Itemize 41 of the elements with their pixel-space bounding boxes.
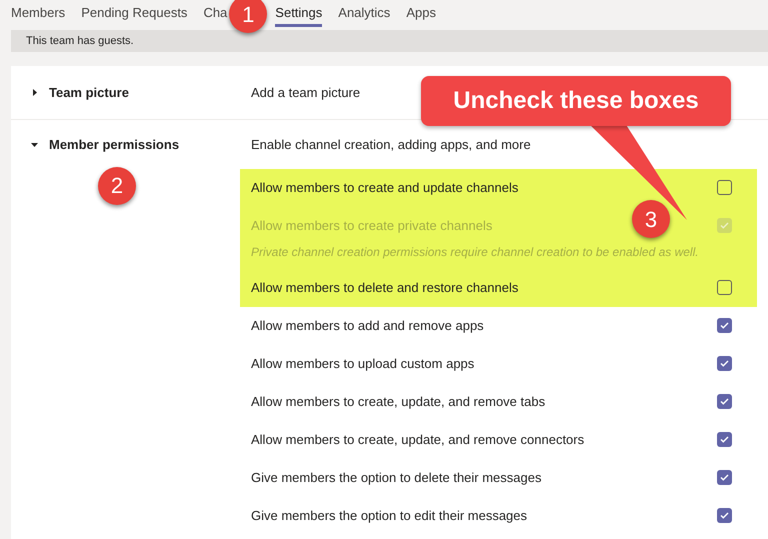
check-icon: [719, 510, 730, 521]
section-header[interactable]: Member permissions: [11, 135, 180, 154]
step-number-badge: 1: [229, 0, 268, 33]
check-icon: [719, 472, 730, 483]
caret-right-icon: [31, 89, 38, 96]
check-icon: [719, 396, 730, 407]
tab[interactable]: Analytics: [338, 0, 390, 28]
checkbox[interactable]: [717, 394, 732, 409]
section-description: Add a team picture: [251, 84, 360, 102]
setting-label: Allow members to upload custom apps: [251, 354, 474, 373]
guest-banner-text: This team has guests.: [26, 34, 134, 49]
setting-label: Give members the option to delete their messages: [251, 468, 542, 487]
tab[interactable]: Members: [11, 0, 66, 28]
setting-label: Allow members to create private channels: [251, 216, 492, 235]
step-number-badge: 2: [98, 166, 136, 204]
caret-down-icon: [31, 141, 38, 148]
check-icon: [719, 220, 730, 231]
setting-note: Private channel creation permissions require channel creation to be enabled as well.: [251, 244, 699, 260]
checkbox[interactable]: [717, 432, 732, 447]
checkbox[interactable]: [717, 356, 732, 371]
callout-bubble: Uncheck these boxes: [421, 76, 731, 126]
tab[interactable]: Pending Requests: [81, 0, 188, 28]
setting-label: Allow members to delete and restore channels: [251, 278, 518, 297]
checkbox[interactable]: [717, 280, 732, 295]
check-icon: [719, 320, 730, 331]
section-header[interactable]: Team picture: [11, 82, 129, 102]
tab[interactable]: Settings: [275, 0, 322, 28]
setting-label: Allow members to create and update channels: [251, 178, 518, 197]
tab[interactable]: Apps: [406, 0, 436, 28]
checkbox[interactable]: [717, 318, 732, 333]
setting-label: Allow members to create, update, and remove connectors: [251, 430, 584, 449]
check-icon: [719, 434, 730, 445]
checkbox[interactable]: [717, 470, 732, 485]
checkbox[interactable]: [717, 508, 732, 523]
tab[interactable]: Cha: [203, 0, 228, 28]
section-description: Enable channel creation, adding apps, and more: [251, 136, 531, 154]
check-icon: [719, 358, 730, 369]
setting-label: Allow members to add and remove apps: [251, 316, 484, 335]
setting-label: Allow members to create, update, and remove tabs: [251, 392, 546, 411]
setting-label: Give members the option to edit their messages: [251, 506, 528, 525]
checkbox[interactable]: [717, 180, 732, 195]
